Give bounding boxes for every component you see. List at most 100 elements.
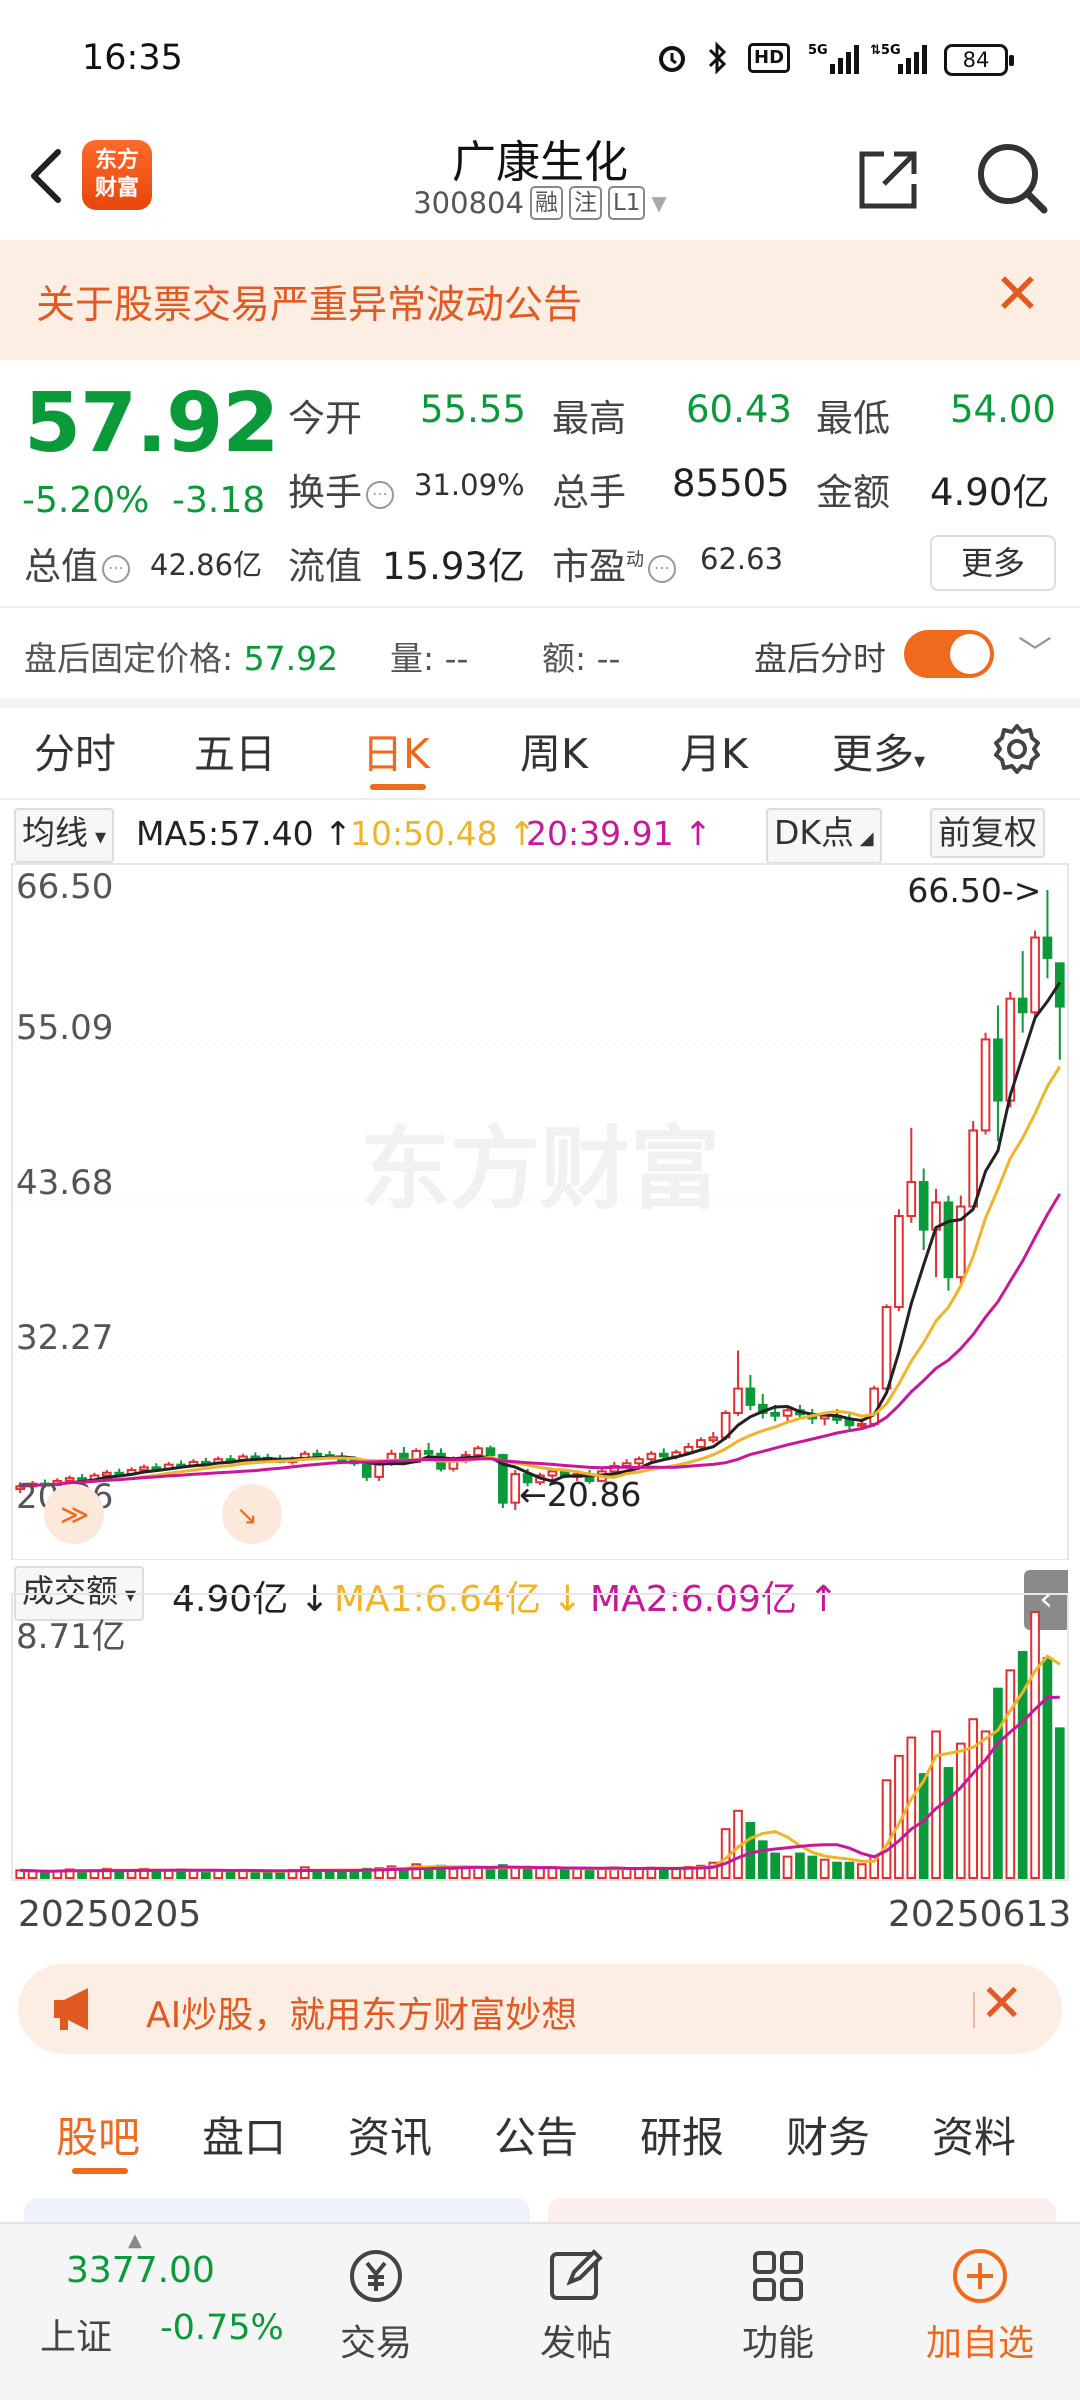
search-icon[interactable] [972,138,1052,218]
more-button[interactable]: 更多 [930,535,1056,591]
signal-buy-icon-glyph: ≫ [60,1498,89,1531]
tab-weekly-k[interactable]: 周K [520,720,588,780]
volume-bar [795,1852,805,1879]
tab-daily-k[interactable]: 日K [362,720,430,780]
bluetooth-icon [704,40,730,76]
back-button[interactable] [24,144,84,214]
dk-point-button[interactable]: DK点 ◢ [766,808,882,864]
candle-body [968,1129,979,1208]
notice-text[interactable]: 关于股票交易严重异常波动公告 [36,274,582,330]
notice-banner[interactable]: 关于股票交易严重异常波动公告 ✕ [0,240,1080,360]
tab-guba[interactable]: 股吧 [56,2104,140,2165]
mktcap-value: 42.86亿 [150,548,263,582]
volume-bar [200,1870,211,1879]
candle-body [473,1447,483,1457]
signal-5g-icon-2: ⇅5G [870,40,930,76]
high-label: 最高 [552,397,626,440]
kline-chart[interactable]: 东方财富 66.5055.0943.6832.2720.86 66.50->←2… [0,860,1080,1561]
change-percent: -5.20% [22,480,150,521]
gear-icon[interactable] [990,722,1044,780]
tab-timeshare[interactable]: 分时 [34,720,116,780]
yen-icon [350,2250,402,2302]
volume-bar [1030,1611,1040,1879]
nav-functions-label: 功能 [741,2323,814,2364]
current-price: 57.92 [24,376,279,471]
ai-promo-banner[interactable]: AI炒股，就用东方财富妙想 ✕ [18,1964,1062,2054]
close-icon[interactable]: ✕ [980,1974,1024,2034]
nav-post[interactable]: 发帖 [496,2246,656,2366]
volume-bar [807,1855,818,1880]
tab-more[interactable]: 更多▾ [832,720,925,780]
low-price-marker: ←20.86 [519,1475,641,1514]
megaphone-icon [48,1984,104,2038]
volume-bar [535,1867,545,1879]
index-name[interactable]: 上证 [40,2308,112,2360]
tab-five-day[interactable]: 五日 [194,720,276,780]
candle-body [361,1462,372,1478]
ma20-value: 20:39.91 ↑ [526,814,712,853]
volume-bar [881,1779,892,1880]
candle-body [770,1412,780,1417]
app-logo[interactable]: 东方 财富 [82,140,152,210]
candle-body [658,1452,669,1458]
after-hours-timeshare-label: 盘后分时 [754,639,886,678]
volume-bar [955,1742,966,1879]
tab-finance[interactable]: 财务 [786,2104,870,2165]
margin-tag: 融 [529,186,563,220]
tab-monthly-k[interactable]: 月K [680,720,748,780]
candle-body [510,1473,521,1504]
ma-selector[interactable]: 均线 ▾ [14,808,115,863]
volume-bar [621,1867,632,1879]
volume-label: 总手 [552,471,626,514]
tab-announcements[interactable]: 公告 [494,2104,578,2165]
y-tick-label: 55.09 [16,1008,113,1048]
level1-tag[interactable]: L1 [607,186,646,220]
info-icon[interactable]: ⋯ [102,554,130,583]
share-icon[interactable] [854,144,924,214]
open-value: 55.55 [420,388,526,431]
after-hours-volume: 量: -- [390,639,469,678]
info-icon[interactable]: ⋯ [648,554,676,583]
nav-add-watchlist[interactable]: 加自选 [900,2246,1060,2366]
volume-bar [1005,1669,1016,1879]
tab-profile[interactable]: 资料 [932,2104,1016,2165]
ma5-value: MA5:57.40 ↑ [136,814,352,853]
after-hours-price: 盘后固定价格: 57.92 [24,639,339,678]
chevron-down-icon[interactable]: ▼ [651,191,666,215]
volume-bar [262,1870,273,1880]
tab-news[interactable]: 资讯 [348,2104,432,2165]
ai-promo-text[interactable]: AI炒股，就用东方财富妙想 [146,1986,577,2038]
low-value: 54.00 [950,388,1056,431]
close-icon[interactable]: ✕ [994,262,1041,327]
candle-body [782,1409,793,1417]
info-icon[interactable]: ⋯ [366,480,394,509]
tab-order-book[interactable]: 盘口 [202,2104,286,2165]
candle-body [745,1387,756,1406]
volume-bar [819,1858,830,1880]
candle-body [423,1450,434,1455]
tab-research[interactable]: 研报 [640,2104,724,2165]
candle-body [733,1387,743,1415]
volume-max-label: 8.71亿 [16,1617,126,1657]
index-change[interactable]: -0.75% [160,2308,284,2348]
caret-up-icon: ▲ [128,2230,142,2251]
volume-bar [980,1730,991,1879]
volume-chart[interactable]: 8.71亿 [0,1592,1080,1892]
candle-body [943,1201,954,1279]
chevron-down-icon[interactable]: ﹀ [1018,626,1052,675]
divider [973,1992,975,2028]
nav-trade[interactable]: 交易 [296,2246,456,2366]
quote-panel: 57.92 -5.20% -3.18 今开 55.55 最高 60.43 最低 … [0,360,1080,600]
nav-functions[interactable]: 功能 [698,2246,858,2366]
turnover-label: 换手 ⋯ [288,462,398,516]
status-time: 16:35 [82,38,183,78]
volume-bar [770,1852,780,1879]
battery-icon: 84 [944,44,1014,76]
candle-body [696,1439,706,1448]
volume-bar [324,1870,335,1879]
after-hours-toggle[interactable] [904,630,994,678]
adjust-selector[interactable]: 前复权 [930,808,1045,858]
index-value[interactable]: 3377.00 [66,2250,215,2291]
svg-text:5G: 5G [808,43,828,58]
date-start: 20250205 [18,1894,202,1935]
